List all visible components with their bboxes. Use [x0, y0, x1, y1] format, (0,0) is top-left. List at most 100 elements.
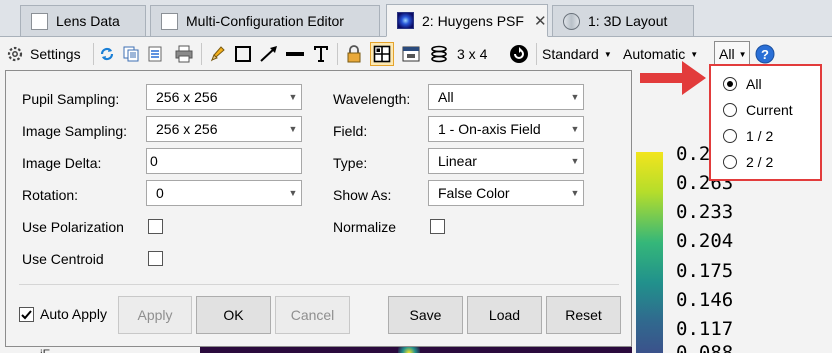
rotation-label: Rotation: — [22, 187, 79, 203]
ok-button[interactable]: OK — [196, 296, 271, 334]
wavelength-select[interactable]: All ▼ — [428, 84, 584, 110]
show-as-select[interactable]: False Color ▼ — [428, 180, 584, 206]
tab-multi-configuration-editor[interactable]: Multi-Configuration Editor — [150, 5, 380, 36]
grid-layout-label: 3 x 4 — [457, 46, 488, 62]
copy-button[interactable] — [120, 43, 142, 65]
save-button[interactable]: Save — [388, 296, 463, 334]
tab-label: Lens Data — [56, 13, 120, 29]
rotate-button[interactable] — [507, 43, 531, 65]
field-select[interactable]: 1 - On-axis Field ▼ — [428, 116, 584, 142]
apply-button[interactable]: Apply — [118, 296, 192, 334]
colorbar-tick: 0.2 — [676, 143, 711, 165]
rectangle-tool[interactable] — [232, 43, 254, 65]
use-centroid-label: Use Centroid — [22, 251, 104, 267]
option-label: 1 / 2 — [746, 128, 774, 144]
help-button[interactable]: ? — [754, 43, 776, 65]
colorbar-tick: 0.146 — [676, 289, 734, 311]
standard-dropdown[interactable]: Standard ▼ — [542, 43, 616, 65]
pencil-tool[interactable] — [206, 43, 228, 65]
layout-grid-toggle[interactable] — [370, 42, 394, 66]
divider — [93, 43, 94, 65]
tab-3d-layout[interactable]: 1: 3D Layout — [552, 5, 694, 36]
use-polarization-checkbox[interactable] — [148, 219, 163, 234]
printer-icon — [175, 45, 193, 63]
colorbar — [636, 152, 663, 353]
stack-icon — [431, 45, 447, 63]
chevron-down-icon: ▼ — [288, 188, 298, 198]
document-tab-bar: Lens Data Multi-Configuration Editor 2: … — [0, 0, 832, 37]
checkmark-icon — [21, 310, 32, 320]
text-tool[interactable] — [310, 43, 332, 65]
show-as-value: False Color — [438, 185, 510, 201]
divider — [19, 284, 619, 285]
option-label: 2 / 2 — [746, 154, 774, 170]
text-icon — [314, 46, 328, 62]
settings-panel: Pupil Sampling: 256 x 256 ▼ Image Sampli… — [5, 70, 632, 347]
pupil-sampling-select[interactable]: 256 x 256 ▼ — [146, 84, 302, 110]
menu-option-config-1[interactable]: 1 / 2 — [723, 128, 773, 144]
chevron-down-icon: ▼ — [570, 92, 580, 102]
settings-button[interactable]: Settings — [6, 43, 92, 65]
line-tool[interactable] — [283, 43, 307, 65]
callout-arrow — [640, 61, 706, 95]
chevron-down-icon: ▼ — [570, 124, 580, 134]
normalize-checkbox[interactable] — [430, 219, 445, 234]
settings-label: Settings — [30, 46, 81, 62]
radio-icon — [723, 155, 737, 169]
refresh-button[interactable] — [97, 43, 117, 65]
radio-selected-icon — [723, 77, 737, 91]
image-delta-label: Image Delta: — [22, 155, 102, 171]
print-button[interactable] — [172, 43, 196, 65]
grid-layout-selector[interactable]: 3 x 4 — [430, 43, 500, 65]
document-icon — [31, 12, 48, 30]
field-value: 1 - On-axis Field — [438, 121, 541, 137]
plot-text-fragment: iF — [40, 347, 50, 353]
close-tab-icon[interactable]: ✕ — [534, 12, 547, 30]
type-select[interactable]: Linear ▼ — [428, 148, 584, 174]
image-sampling-select[interactable]: 256 x 256 ▼ — [146, 116, 302, 142]
menu-option-current[interactable]: Current — [723, 102, 793, 118]
chevron-down-icon: ▼ — [570, 188, 580, 198]
show-as-label: Show As: — [333, 187, 392, 203]
refresh-icon — [100, 47, 114, 61]
grid-icon — [373, 45, 391, 63]
chevron-down-icon: ▼ — [288, 92, 298, 102]
wavelength-value: All — [438, 89, 454, 105]
cancel-button[interactable]: Cancel — [275, 296, 350, 334]
menu-option-all[interactable]: All — [723, 76, 762, 92]
rectangle-icon — [235, 46, 251, 62]
tab-label: 2: Huygens PSF — [422, 12, 524, 29]
caret-down-icon: ▼ — [738, 49, 747, 59]
document-icon — [161, 12, 178, 30]
lock-icon — [347, 45, 361, 63]
tab-huygens-psf[interactable]: 2: Huygens PSF ✕ — [386, 4, 548, 37]
export-button[interactable] — [144, 43, 166, 65]
auto-apply-label: Auto Apply — [40, 306, 107, 322]
wavelength-label: Wavelength: — [333, 91, 411, 107]
colorbar-tick: 0.233 — [676, 201, 734, 223]
use-centroid-checkbox[interactable] — [148, 251, 163, 266]
option-label: Current — [746, 102, 793, 118]
rotation-select[interactable]: 0 ▼ — [146, 180, 302, 206]
option-label: All — [746, 76, 762, 92]
chevron-down-icon: ▼ — [288, 124, 298, 134]
window-button[interactable] — [400, 43, 422, 65]
help-glyph: ? — [761, 47, 769, 62]
line-icon — [286, 52, 304, 56]
image-delta-input[interactable]: 0 — [146, 148, 302, 174]
reset-button[interactable]: Reset — [546, 296, 621, 334]
use-polarization-label: Use Polarization — [22, 219, 124, 235]
menu-option-config-2[interactable]: 2 / 2 — [723, 154, 773, 170]
export-text-icon — [148, 46, 162, 62]
layout-icon — [563, 12, 580, 30]
type-value: Linear — [438, 153, 477, 169]
arrow-tool[interactable] — [257, 43, 281, 65]
rotation-value: 0 — [156, 185, 164, 201]
tab-lens-data[interactable]: Lens Data — [20, 5, 146, 36]
arrow-icon — [260, 46, 277, 62]
auto-apply-checkbox[interactable] — [19, 307, 34, 322]
type-label: Type: — [333, 155, 368, 171]
lock-button[interactable] — [343, 43, 365, 65]
load-button[interactable]: Load — [467, 296, 542, 334]
colorbar-tick: 0.117 — [676, 318, 734, 340]
